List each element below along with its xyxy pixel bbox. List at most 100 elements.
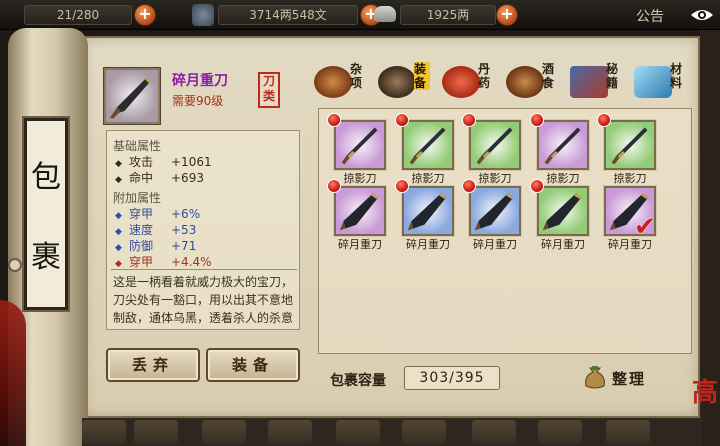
tab-food[interactable]: 酒食 [506,62,566,102]
extra-stat-row: ◆ 穿甲 +4.4% [115,255,212,269]
nav-item[interactable] [134,420,178,444]
tab-label: 丹药 [478,62,491,90]
add-silver-button[interactable]: + [496,4,518,26]
bag-title-char-1: 包 [31,160,61,195]
tab-label: 酒食 [542,62,555,90]
slot-item-name: 掠影刀 [613,172,647,185]
base-attributes-heading: 基础属性 [113,139,162,153]
new-item-dot-icon [530,179,544,193]
organize-button[interactable]: 整理 [612,368,646,389]
inventory-slot[interactable]: 掠影刀 [530,113,589,185]
inventory-slot[interactable]: 碎月重刀 [395,179,454,251]
capacity-value: 303/395 [404,366,500,390]
new-item-dot-icon [462,179,476,193]
slot-item-name: 碎月重刀 [406,238,450,251]
heavy-blade-icon [407,193,447,231]
nav-item[interactable] [606,420,650,444]
inventory-slot[interactable]: 掠影刀 [395,113,454,185]
slot-frame [334,186,386,236]
extra-attributes-heading: 附加属性 [113,191,162,205]
inventory-slot[interactable]: 碎月重刀 [462,179,521,251]
sword-icon [341,127,378,165]
base-stat-row: ◆ 攻击 +1061 [115,155,212,169]
slot-frame [604,120,656,170]
wine-jar-icon [506,66,544,98]
slot-frame [537,186,589,236]
slot-item-name: 碎月重刀 [541,238,585,251]
announcement-button[interactable]: 公告 [636,6,664,26]
heavy-blade-icon [542,193,582,231]
stamina-display: 21/280 [24,5,132,25]
sword-icon [109,77,151,119]
slot-frame [537,120,589,170]
tab-label: 杂项 [350,62,363,90]
discard-button[interactable]: 丢弃 [106,348,200,382]
nav-item[interactable] [82,420,126,444]
inventory-slot[interactable]: 掠影刀 [327,113,386,185]
new-item-dot-icon [597,113,611,127]
capacity-label: 包裹容量 [330,373,386,389]
tab-label: 材料 [670,62,683,90]
tassel-knot [8,258,22,272]
nav-item[interactable] [402,420,446,444]
silver-display: 1925两 [400,5,496,25]
add-stamina-button[interactable]: + [134,4,156,26]
inventory-slot[interactable]: 掠影刀 [597,113,656,185]
slot-item-name: 碎月重刀 [338,238,382,251]
nav-item[interactable] [336,420,380,444]
nav-item[interactable] [472,420,516,444]
top-resource-bar: 21/280 + 3714两548文 + 1925两 + 公告 [0,0,720,30]
sword-icon [544,127,581,165]
slot-item-name: 碎月重刀 [608,238,652,251]
slot-frame [402,120,454,170]
diamond-bullet-icon: ◆ [115,243,122,253]
book-icon [570,66,608,98]
pot-icon [314,66,352,98]
equip-button[interactable]: 装备 [206,348,300,382]
base-stat-row: ◆ 命中 +693 [115,171,204,185]
new-item-dot-icon [530,113,544,127]
money-bag-icon[interactable] [582,362,608,390]
divider [111,269,297,270]
eye-icon[interactable] [690,5,714,25]
tab-pills[interactable]: 丹药 [442,62,502,102]
slot-frame [334,120,386,170]
tab-label: 装备 [414,62,430,90]
corner-seal: 高 [692,378,719,408]
heavy-blade-icon [339,193,379,231]
copper-display: 3714两548文 [218,5,358,25]
tab-equipment[interactable]: 装备 [378,62,438,102]
pill-icon [442,66,480,98]
item-type-stamp: 刀类 [258,72,280,108]
slot-frame [469,120,521,170]
copper-coin-icon [192,4,214,26]
item-stats-panel[interactable]: 基础属性 ◆ 攻击 +1061 ◆ 命中 +693 附加属性 ◆ 穿甲 +6% ◆ 速度 +53… [106,130,300,330]
nav-item[interactable] [268,420,312,444]
diamond-bullet-icon: ◆ [115,159,122,169]
slot-frame [402,186,454,236]
bag-title-char-2: 裹 [31,240,61,275]
inventory-slot[interactable]: ✔ 碎月重刀 [604,186,656,251]
inventory-slot[interactable]: 碎月重刀 [530,179,589,251]
extra-stat-row: ◆ 速度 +53 [115,223,197,237]
tab-label: 秘籍 [606,62,619,90]
nav-item[interactable] [202,420,246,444]
slot-item-name: 碎月重刀 [473,238,517,251]
tab-materials[interactable]: 材料 [634,62,694,102]
diamond-bullet-icon: ◆ [115,211,122,221]
inventory-slot[interactable]: 碎月重刀 [327,179,386,251]
new-item-dot-icon [395,113,409,127]
extra-stat-row: ◆ 穿甲 +6% [115,207,201,221]
bottom-nav-strip [82,418,702,446]
tab-manuals[interactable]: 秘籍 [570,62,630,102]
silver-ingot-icon [374,6,396,22]
inventory-slot[interactable]: 掠影刀 [462,113,521,185]
item-description: 这是一柄看着就威力极大的宝刀，刀尖处有一豁口，用以出其不意地制敌，通体乌黑，透着… [113,275,294,325]
armor-icon [378,66,416,98]
slot-frame [469,186,521,236]
diamond-bullet-icon: ◆ [115,227,122,237]
selected-item-icon [104,68,160,124]
nav-item[interactable] [538,420,582,444]
diamond-bullet-icon: ◆ [115,259,122,269]
tab-misc[interactable]: 杂项 [314,62,374,102]
